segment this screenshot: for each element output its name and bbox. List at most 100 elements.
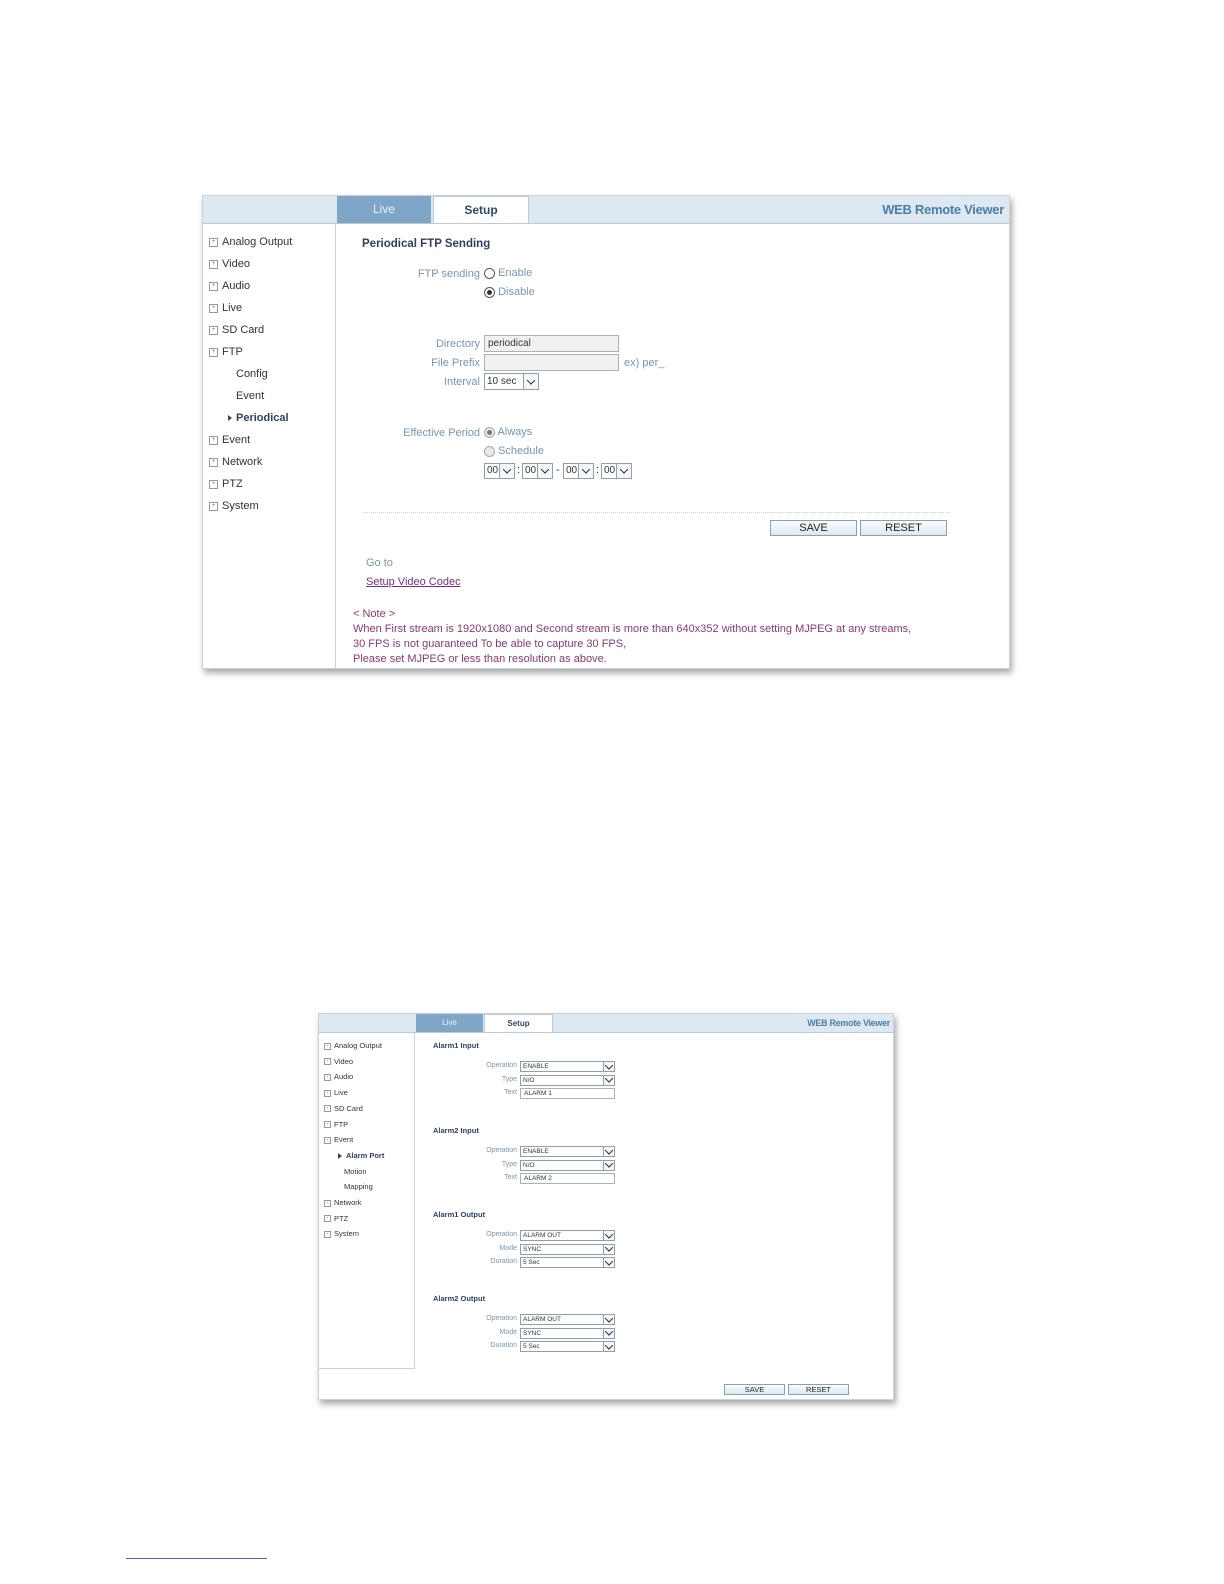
- alarm-text-field[interactable]: ALARM 1: [520, 1088, 615, 1099]
- sidebar-item-label: Live: [334, 1088, 348, 1098]
- sidebar-item[interactable]: + Event: [209, 434, 250, 446]
- brand-title: WEB Remote Viewer: [882, 202, 1004, 217]
- sidebar-item[interactable]: + Network: [324, 1198, 362, 1207]
- tab-live[interactable]: Live: [416, 1014, 483, 1032]
- sidebar: + Analog Output + Video + Audio + Live + SD Card +…: [319, 1033, 415, 1369]
- schedule-start-hour[interactable]: 00: [484, 463, 515, 479]
- alarm-select[interactable]: ALARM OUT: [520, 1314, 615, 1325]
- ftp-enable-radio[interactable]: [484, 267, 495, 279]
- sidebar-item-label: System: [222, 500, 259, 512]
- expand-icon: +: [324, 1136, 331, 1144]
- period-always-option[interactable]: Always: [484, 426, 532, 438]
- sidebar: + Analog Output + Video + Audio + Live + SD Card +…: [203, 224, 336, 668]
- section-title: Alarm1 Output: [433, 1210, 486, 1219]
- sidebar-subitem[interactable]: Mapping: [344, 1182, 373, 1191]
- chevron-down-icon: [603, 1147, 614, 1156]
- ftp-disable-radio[interactable]: [484, 286, 495, 298]
- directory-field[interactable]: periodical: [484, 335, 619, 352]
- alarm-select[interactable]: N/O: [520, 1159, 615, 1171]
- alarm-select[interactable]: ENABLE: [520, 1146, 615, 1157]
- sidebar-item-label: FTP: [222, 346, 243, 358]
- schedule-end-minute[interactable]: 00: [601, 463, 632, 479]
- tab-setup[interactable]: Setup: [433, 196, 529, 223]
- sidebar-subitem[interactable]: Event: [236, 390, 264, 402]
- expand-icon: +: [209, 303, 218, 313]
- schedule-start-minute[interactable]: 00: [522, 463, 553, 479]
- sidebar-item[interactable]: + System: [324, 1229, 359, 1238]
- expand-icon: +: [209, 259, 218, 269]
- expand-icon: +: [324, 1089, 331, 1097]
- note-line: When First stream is 1920x1080 and Secon…: [353, 623, 912, 635]
- interval-select[interactable]: 10 sec: [484, 373, 539, 390]
- sidebar-item[interactable]: + Live: [324, 1088, 348, 1097]
- sidebar-item-label: FTP: [334, 1119, 349, 1129]
- sidebar-item-label: Event: [222, 434, 251, 446]
- alarm-select[interactable]: SYNC: [520, 1327, 615, 1339]
- sidebar-item[interactable]: + Audio: [209, 280, 250, 292]
- sidebar-item-label: Network: [334, 1198, 362, 1207]
- page-title: Periodical FTP Sending: [362, 238, 491, 250]
- chevron-down-icon: [523, 374, 538, 389]
- alarm-select[interactable]: ENABLE: [520, 1061, 615, 1072]
- period-schedule-option[interactable]: Schedule: [484, 445, 544, 457]
- tab-setup[interactable]: Setup: [484, 1014, 553, 1032]
- ftp-disable-option[interactable]: Disable: [484, 286, 535, 298]
- sidebar-item[interactable]: + Audio: [324, 1072, 353, 1081]
- alarm-text-field[interactable]: ALARM 2: [520, 1173, 615, 1184]
- sidebar-item[interactable]: + FTP: [209, 346, 243, 358]
- ftp-disable-label: Disable: [498, 286, 535, 298]
- sidebar-item[interactable]: + Video: [209, 258, 250, 270]
- expand-icon: +: [209, 237, 218, 247]
- time-separator: :: [517, 464, 521, 476]
- sidebar-subitem[interactable]: Alarm Port: [338, 1151, 384, 1160]
- sidebar-item[interactable]: + FTP: [324, 1120, 348, 1129]
- sidebar-item[interactable]: + Analog Output: [209, 236, 292, 248]
- setup-video-codec-link[interactable]: Setup Video Codec: [366, 576, 461, 588]
- sidebar-subitem-label: Config: [236, 368, 268, 380]
- sidebar-item[interactable]: + PTZ: [324, 1214, 348, 1223]
- alarm-select[interactable]: ALARM OUT: [520, 1230, 615, 1241]
- chevron-down-icon: [603, 1328, 614, 1338]
- alarm-select-value: SYNC: [523, 1245, 542, 1253]
- screenshot-alarm-port: Live Setup WEB Remote Viewer + Analog Out…: [318, 1013, 894, 1400]
- schedule-end-hour[interactable]: 00: [563, 463, 594, 479]
- alarm-select-value: N/O: [523, 1076, 535, 1084]
- expand-icon: +: [209, 435, 218, 445]
- sidebar-item-label: PTZ: [222, 478, 243, 490]
- alarm-select[interactable]: N/O: [520, 1074, 615, 1086]
- sidebar-item-label: Audio: [334, 1072, 354, 1082]
- period-always-radio[interactable]: [484, 426, 495, 438]
- alarm-select-value: 5 Sec: [523, 1343, 540, 1350]
- ftp-enable-option[interactable]: Enable: [484, 267, 532, 279]
- sidebar-item[interactable]: + Network: [209, 456, 262, 468]
- reset-button[interactable]: RESET: [788, 1384, 849, 1395]
- sidebar-item[interactable]: + Analog Output: [324, 1041, 382, 1050]
- divider: [364, 512, 950, 513]
- reset-button[interactable]: RESET: [860, 520, 947, 536]
- sidebar-item[interactable]: + PTZ: [209, 478, 243, 490]
- alarm-select[interactable]: 5 Sec: [520, 1341, 615, 1352]
- sidebar-item[interactable]: + Event: [324, 1135, 353, 1144]
- alarm-select-value: SYNC: [523, 1329, 542, 1337]
- sidebar-item[interactable]: + SD Card: [324, 1104, 363, 1113]
- sidebar-item[interactable]: + SD Card: [209, 324, 264, 336]
- file-prefix-field[interactable]: [484, 354, 619, 371]
- expand-icon: +: [324, 1199, 331, 1207]
- save-button[interactable]: SAVE: [770, 520, 857, 536]
- alarm-select[interactable]: SYNC: [520, 1243, 615, 1255]
- time-range-dash: -: [556, 464, 560, 476]
- save-button[interactable]: SAVE: [724, 1384, 785, 1395]
- field-label: Duration: [490, 1342, 517, 1349]
- sidebar-item[interactable]: + System: [209, 500, 259, 512]
- tab-live[interactable]: Live: [337, 196, 431, 223]
- alarm-select[interactable]: 5 Sec: [520, 1257, 615, 1268]
- sidebar-subitem[interactable]: Motion: [344, 1167, 367, 1176]
- sidebar-subitem[interactable]: Config: [236, 368, 268, 380]
- sidebar-item[interactable]: + Live: [209, 302, 242, 314]
- note-title: < Note >: [353, 608, 396, 620]
- field-label: Text: [504, 1174, 517, 1181]
- period-schedule-radio[interactable]: [484, 445, 495, 457]
- expand-icon: +: [209, 325, 218, 335]
- sidebar-subitem[interactable]: Periodical: [228, 412, 289, 424]
- sidebar-item[interactable]: + Video: [324, 1057, 353, 1066]
